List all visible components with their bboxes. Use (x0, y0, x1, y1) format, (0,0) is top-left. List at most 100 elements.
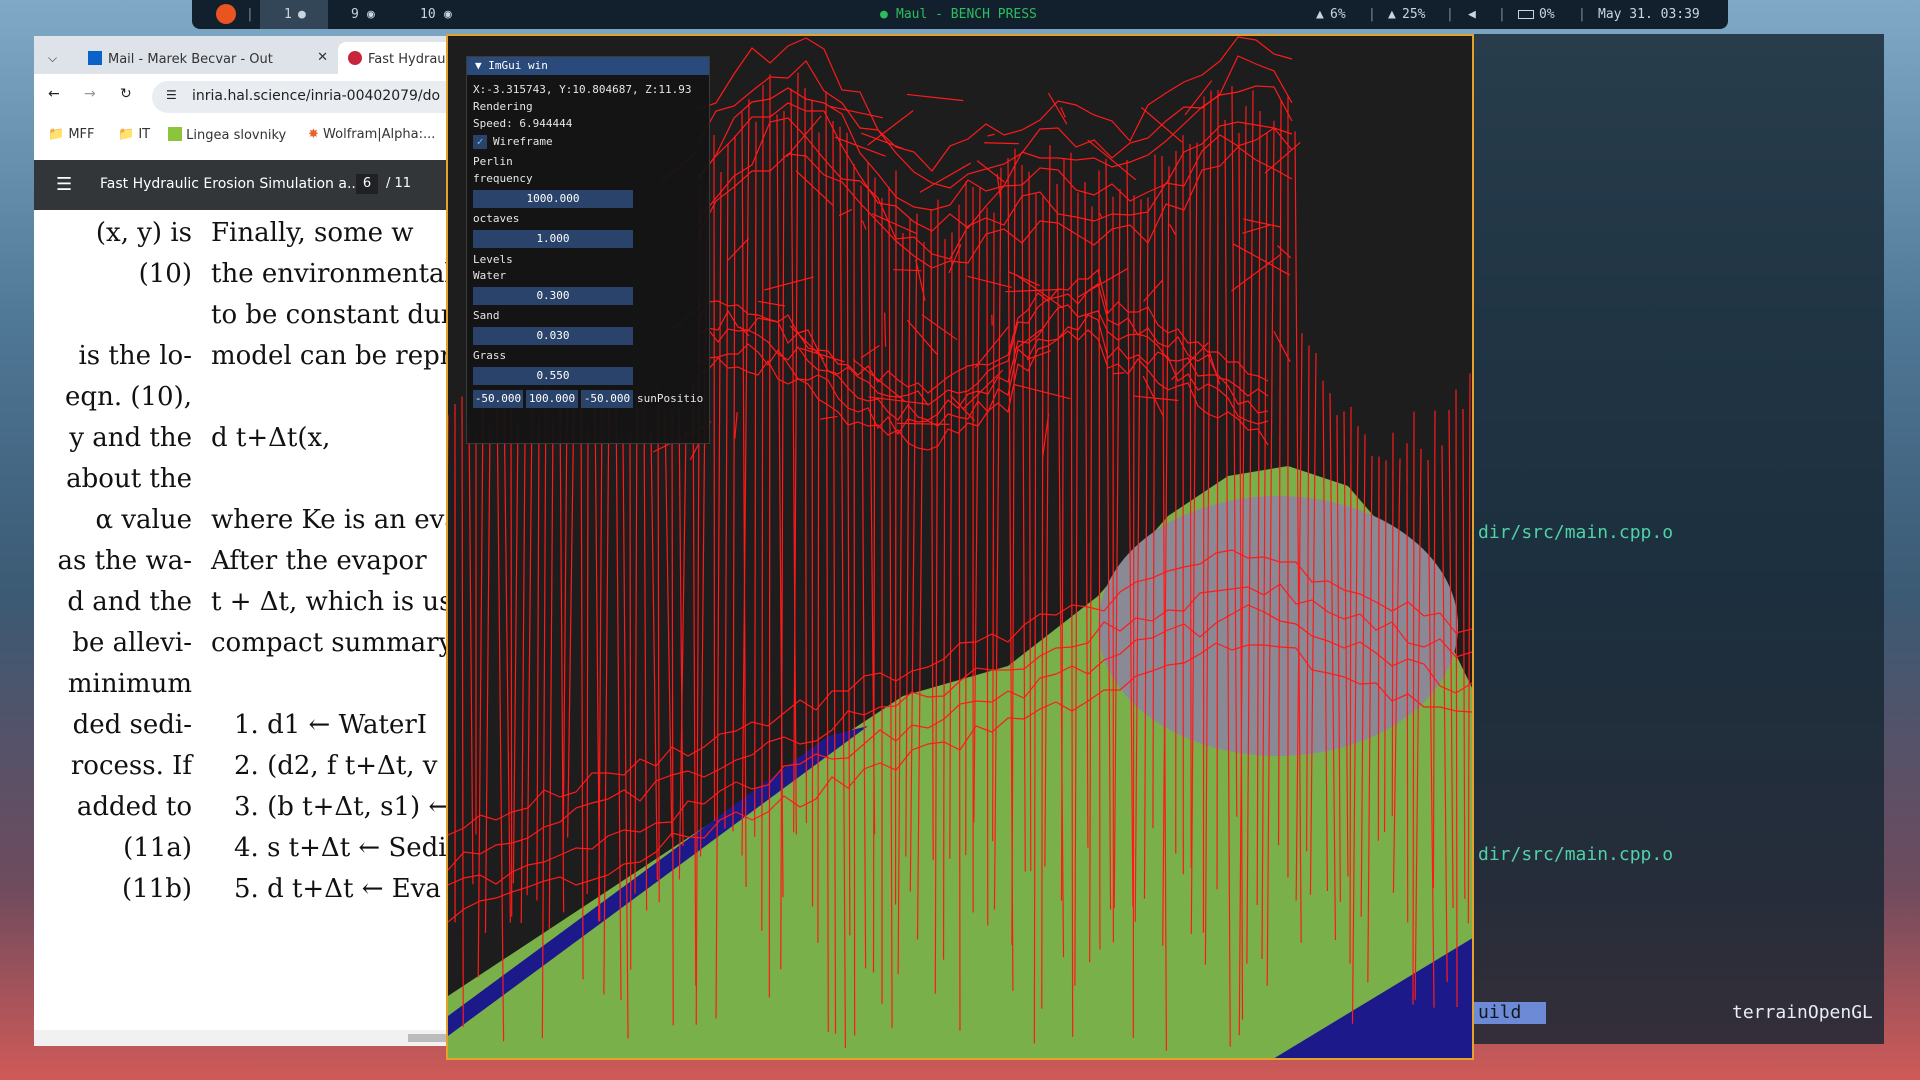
wire-triangle-edge (1013, 383, 1071, 400)
grass-label: Grass (473, 349, 507, 362)
wire-triangle-edge (1087, 139, 1137, 181)
terminal-window[interactable]: dir/src/main.cpp.o dir/src/main.cpp.o ui… (1474, 34, 1884, 1044)
wire-edge (484, 424, 491, 933)
outlook-icon (88, 51, 102, 65)
chat-icon: ◉ (367, 7, 375, 22)
url-bar[interactable]: ☰ inria.hal.science/inria-00402079/do (152, 81, 484, 113)
wire-edge (1391, 432, 1394, 817)
wire-ridge (697, 55, 1293, 189)
pdf-left-column-line: is the lo- (78, 341, 192, 371)
opengl-terrain-window[interactable]: ▼ ImGui win X:-3.315743, Y:10.804687, Z:… (446, 34, 1474, 1060)
rock-hill (1098, 496, 1458, 756)
water-slider[interactable]: 0.300 (473, 287, 633, 305)
wireframe-checkbox[interactable]: ✓ Wireframe (473, 135, 553, 149)
wire-triangle-edge (1133, 395, 1179, 402)
reload-icon[interactable]: ↻ (120, 86, 132, 102)
app-name: terrainOpenGL (1732, 1002, 1873, 1023)
wire-triangle-edge (974, 326, 1009, 369)
volume-icon[interactable]: ◀ (1468, 7, 1476, 22)
wire-ridge (697, 146, 1293, 269)
sun-position-label: sunPositio (637, 392, 704, 405)
workspace-1-highlight[interactable] (260, 0, 328, 29)
frequency-slider[interactable]: 1000.000 (473, 190, 633, 208)
wire-triangle-edge (757, 300, 786, 307)
scrollbar-thumb[interactable] (408, 1034, 448, 1042)
tab-list-chevron-icon[interactable]: ⌵ (38, 42, 64, 74)
site-info-icon[interactable]: ☰ (166, 88, 177, 102)
pdf-left-column-line: (x, y) is (95, 218, 192, 248)
wire-edge (510, 394, 513, 917)
imgui-panel[interactable]: ▼ ImGui win X:-3.315743, Y:10.804687, Z:… (466, 56, 710, 444)
wire-triangle-edge (1142, 375, 1165, 418)
memory-icon: ▲ (1388, 7, 1396, 22)
bookmark-mff[interactable]: 📁 MFF (48, 127, 95, 142)
pdf-title: Fast Hydraulic Erosion Simulation a... (100, 176, 361, 192)
sun-z-field[interactable]: -50.000 (581, 390, 633, 408)
page-total: / 11 (386, 176, 412, 191)
wire-edge (548, 420, 554, 929)
terminal-line-2: dir/src/main.cpp.o (1478, 844, 1674, 865)
wire-edge (520, 436, 526, 923)
wire-edge (634, 386, 638, 894)
build-segment: uild (1474, 1002, 1546, 1024)
wire-edge (461, 396, 464, 1027)
wire-edge (643, 398, 648, 911)
tab-mail[interactable]: Mail - Marek Becvar - Out ✕ (78, 42, 336, 74)
bookmark-it-label: IT (138, 127, 151, 142)
grass-slider[interactable]: 0.550 (473, 367, 633, 385)
wire-edge (664, 411, 673, 838)
wire-edge (562, 404, 568, 849)
lingea-icon (168, 127, 182, 141)
workspace-10[interactable]: 10 (420, 7, 436, 22)
pdf-right-column-line: 4. s t+Δt ← Sedi (234, 833, 447, 863)
sun-x-field[interactable]: -50.000 (473, 390, 523, 408)
back-icon[interactable]: ← (48, 86, 60, 102)
wire-triangle-edge (734, 412, 738, 439)
workspace-9[interactable]: 9 (351, 7, 359, 22)
pdf-left-column-line: α value (95, 505, 192, 535)
page-number-input[interactable]: 6 (356, 174, 378, 194)
octaves-slider[interactable]: 1.000 (473, 230, 633, 248)
bookmark-wolfram-label: Wolfram|Alpha:... (323, 127, 436, 142)
wire-triangle-edge (1169, 224, 1176, 235)
wire-edge (580, 391, 584, 980)
pdf-right-column-line: 1. d1 ← WaterI (234, 710, 428, 740)
bookmark-lingea[interactable]: Lingea slovniky (168, 127, 286, 143)
clock[interactable]: May 31. 03:39 (1598, 7, 1700, 22)
forward-icon[interactable]: → (84, 86, 96, 102)
pdf-left-column-line: eqn. (10), (65, 382, 192, 412)
frequency-label: frequency (473, 172, 533, 185)
wire-triangle-edge (1099, 212, 1103, 219)
separator: | (1446, 7, 1454, 22)
checkbox-check-icon[interactable]: ✓ (473, 135, 487, 149)
bookmarks-bar: 📁 MFF 📁 IT Lingea slovniky ✸ Wolfram|Alp… (34, 120, 484, 152)
horizontal-scrollbar[interactable] (34, 1030, 484, 1046)
bookmark-wolfram[interactable]: ✸ Wolfram|Alpha:... (308, 127, 435, 142)
workspace-1[interactable]: 1 (284, 7, 292, 22)
wire-triangle-edge (1076, 267, 1129, 299)
sand-slider[interactable]: 0.030 (473, 327, 633, 345)
wire-triangle-edge (906, 93, 964, 102)
pdf-left-column-line: d and the (67, 587, 192, 617)
section-levels: Levels (473, 253, 513, 266)
menu-icon[interactable]: ☰ (56, 174, 72, 195)
wire-edge (496, 392, 505, 1042)
now-playing[interactable]: Maul - BENCH PRESS (896, 7, 1037, 22)
hal-icon (348, 51, 362, 65)
collapse-arrow-icon[interactable]: ▼ (475, 59, 482, 72)
water-label: Water (473, 269, 507, 282)
close-tab-icon[interactable]: ✕ (317, 50, 328, 65)
user-icon: ● (298, 7, 306, 22)
wire-triangle-edge (949, 394, 976, 422)
wire-triangle-edge (1141, 106, 1183, 143)
wire-edge (526, 406, 533, 896)
wire-edge (804, 87, 808, 824)
ubuntu-logo-icon[interactable] (216, 4, 236, 24)
wire-triangle-edge (884, 312, 887, 347)
imgui-titlebar[interactable]: ▼ ImGui win (467, 57, 709, 75)
wire-edge (586, 425, 589, 894)
wire-edge (650, 430, 658, 881)
pdf-page: (x, y) is Finally, some w (10) the environm… (34, 210, 484, 1030)
bookmark-it[interactable]: 📁 IT (118, 127, 150, 142)
sun-y-field[interactable]: 100.000 (526, 390, 578, 408)
